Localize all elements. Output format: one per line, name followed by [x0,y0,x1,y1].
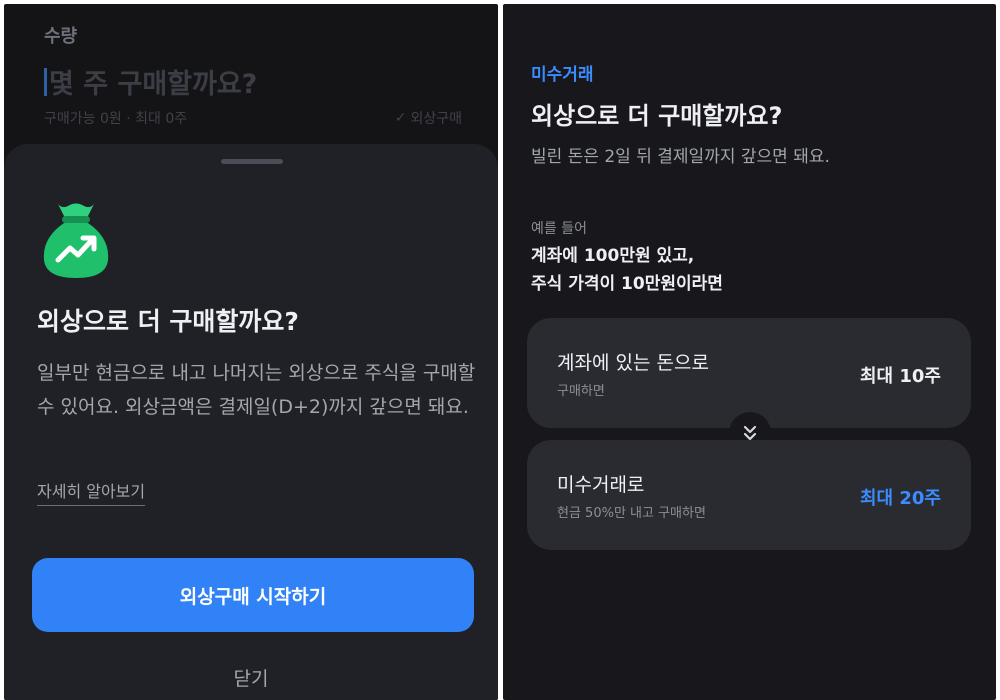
close-button[interactable]: 닫기 [4,664,498,691]
example-line-2: 주식 가격이 10만원이라면 [531,274,723,294]
card-title: 미수거래로 [557,474,645,496]
sheet-drag-handle[interactable] [221,159,283,164]
learn-more-link[interactable]: 자세히 알아보기 [37,478,146,506]
card-value: 최대 20주 [860,488,941,509]
check-icon: ✓ [394,110,407,126]
example-line-1: 계좌에 100만원 있고, [531,246,695,266]
quantity-label: 수량 [44,26,78,47]
comparison-card-margin: 미수거래로 현금 50%만 내고 구매하면 최대 20주 [527,440,971,550]
quantity-input[interactable]: 몇 주 구매할까요? [44,62,257,101]
margin-purchase-toggle[interactable]: ✓ 외상구매 [395,108,462,128]
sheet-title: 외상으로 더 구매할까요? [37,307,299,336]
right-screen: 미수거래 외상으로 더 구매할까요? 빌린 돈은 2일 뒤 결제일까지 갚으면 … [503,4,996,700]
card-title: 계좌에 있는 돈으로 [557,352,709,374]
section-kicker: 미수거래 [531,65,594,85]
bottom-sheet: 외상으로 더 구매할까요? 일부만 현금으로 내고 나머지는 외상으로 주식을 … [4,144,498,700]
card-value: 최대 10주 [860,366,941,387]
quantity-placeholder: 몇 주 구매할까요? [49,69,258,100]
page-title: 외상으로 더 구매할까요? [531,102,783,130]
available-amount-text: 구매가능 0원 · 최대 0주 [44,111,188,127]
money-bag-icon [43,203,109,278]
page-subtitle: 빌린 돈은 2일 뒤 결제일까지 갚으면 돼요. [531,147,830,167]
card-subtitle: 구매하면 [557,384,605,399]
example-label: 예를 들어 [531,221,587,237]
card-subtitle: 현금 50%만 내고 구매하면 [557,506,706,521]
sheet-description: 일부만 현금으로 내고 나머지는 외상으로 주식을 구매할 수 있어요. 외상금… [37,362,476,418]
start-margin-purchase-button[interactable]: 외상구매 시작하기 [32,558,474,632]
margin-purchase-toggle-label: 외상구매 [410,111,462,127]
example-text: 계좌에 100만원 있고, 주식 가격이 10만원이라면 [531,242,723,298]
left-screen: 수량 몇 주 구매할까요? 구매가능 0원 · 최대 0주 ✓ 외상구매 외상으… [4,4,498,700]
text-cursor [44,67,47,96]
